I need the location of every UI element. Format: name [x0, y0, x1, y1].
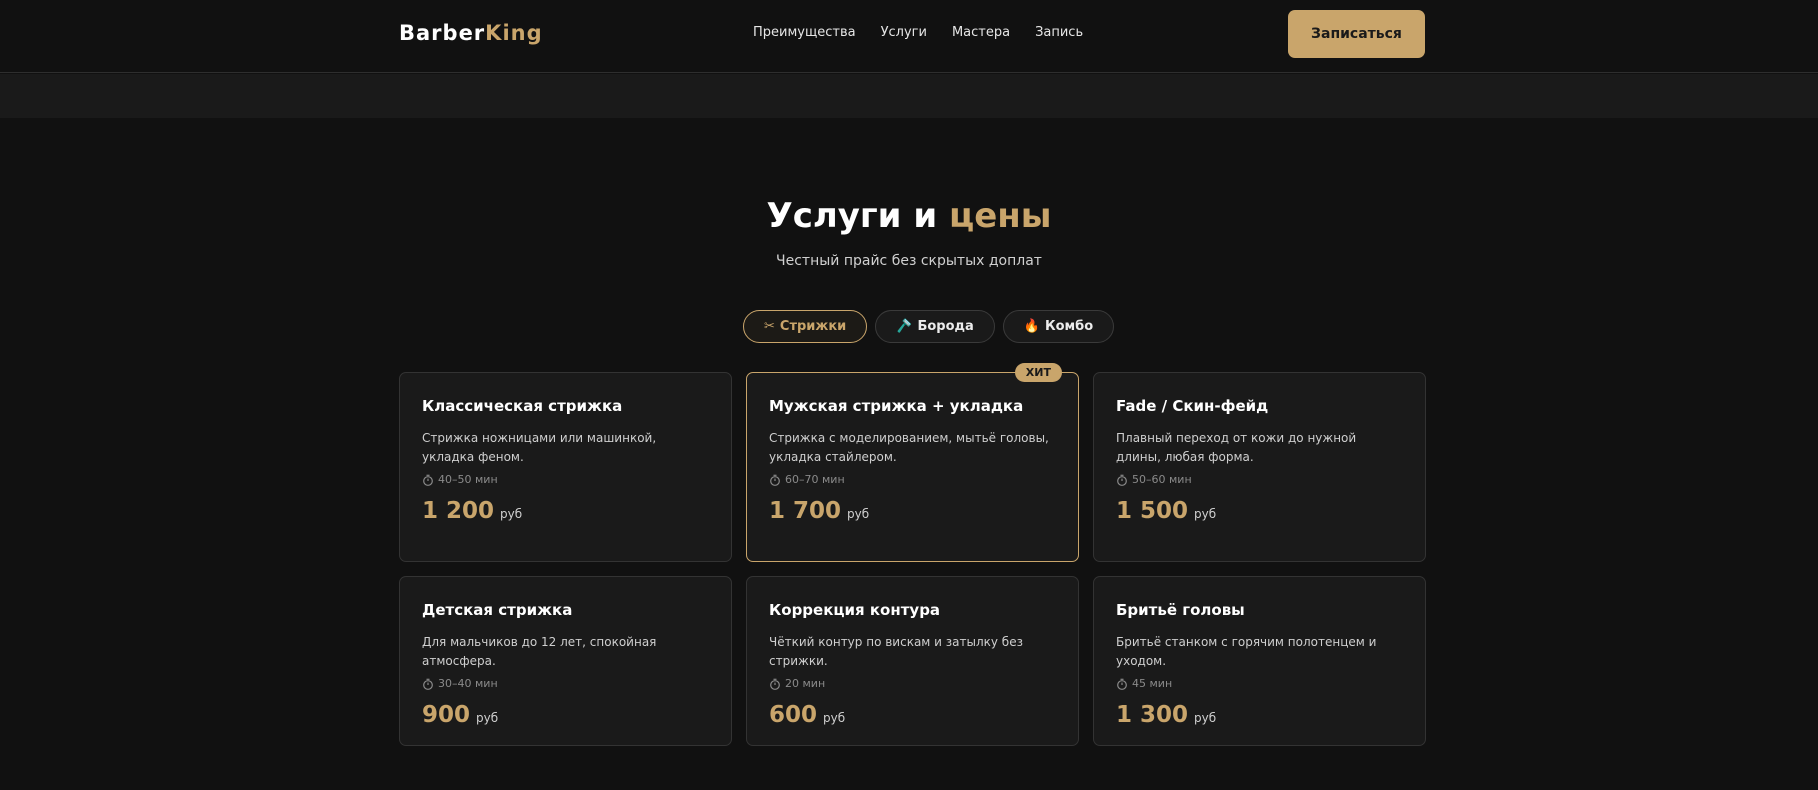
service-card[interactable]: Коррекция контура Чёткий контур по виска…: [746, 576, 1079, 746]
tab-label: Стрижки: [779, 319, 847, 334]
stopwatch-icon: [1117, 678, 1127, 690]
service-name: Детская стрижка: [422, 601, 573, 619]
service-price: 1 200 руб: [422, 498, 709, 524]
tab-combo[interactable]: 🔥 Комбо: [1002, 310, 1115, 343]
service-description: Для мальчиков до 12 лет, спокойная атмос…: [422, 635, 657, 668]
service-card[interactable]: Детская стрижка Для мальчиков до 12 лет,…: [399, 576, 732, 746]
service-description: Стрижка с моделированием, мытьё головы, …: [769, 431, 1049, 464]
stopwatch-icon: [423, 678, 433, 690]
site-header: BarberKing Преимущества Услуги Мастера З…: [0, 0, 1818, 73]
duration-text: 60–70 мин: [785, 473, 845, 486]
duration-text: 45 мин: [1132, 677, 1173, 690]
duration-text: 20 мин: [785, 677, 826, 690]
fire-icon: 🔥: [1023, 319, 1040, 334]
service-card[interactable]: Fade / Скин-фейд Плавный переход от кожи…: [1093, 372, 1426, 562]
stopwatch-icon: [770, 474, 780, 486]
service-description: Стрижка ножницами или машинкой, укладка …: [422, 431, 657, 464]
service-price: 1 300 руб: [1116, 702, 1403, 728]
price-value: 1 500: [1116, 498, 1189, 524]
service-price: 1 700 руб: [769, 498, 1056, 524]
section-title-main: Услуги и: [766, 196, 950, 236]
service-duration: 40–50 мин: [422, 473, 709, 486]
service-name: Мужская стрижка + укладка: [769, 397, 1024, 415]
price-unit: руб: [476, 711, 499, 725]
service-duration: 30–40 мин: [422, 677, 709, 690]
stopwatch-icon: [423, 474, 433, 486]
tab-label: Борода: [917, 319, 974, 334]
duration-text: 40–50 мин: [438, 473, 498, 486]
stopwatch-icon: [770, 678, 780, 690]
price-value: 1 700: [769, 498, 842, 524]
service-price: 600 руб: [769, 702, 1056, 728]
duration-text: 30–40 мин: [438, 677, 498, 690]
services-grid: Классическая стрижка Стрижка ножницами и…: [399, 363, 1426, 746]
service-name: Бритьё головы: [1116, 601, 1245, 619]
price-unit: руб: [1194, 711, 1217, 725]
hit-badge: ХИТ: [1014, 363, 1062, 382]
service-card[interactable]: Классическая стрижка Стрижка ножницами и…: [399, 372, 732, 562]
service-duration: 60–70 мин: [769, 473, 1056, 486]
service-price: 1 500 руб: [1116, 498, 1403, 524]
price-unit: руб: [1194, 507, 1217, 521]
tab-beard[interactable]: 🪒 Борода: [875, 310, 995, 343]
logo-text-king: King: [485, 21, 543, 45]
price-value: 1 200: [422, 498, 495, 524]
tab-haircuts[interactable]: ✂ Стрижки: [743, 310, 868, 343]
price-unit: руб: [823, 711, 846, 725]
logo-text-barber: Barber: [399, 21, 486, 45]
service-duration: 45 мин: [1116, 677, 1403, 690]
service-card[interactable]: Бритьё головы Бритьё станком с горячим п…: [1093, 576, 1426, 746]
service-duration: 50–60 мин: [1116, 473, 1403, 486]
book-button[interactable]: Записаться: [1288, 10, 1425, 58]
nav-link-booking[interactable]: Запись: [1035, 25, 1083, 40]
service-name: Коррекция контура: [769, 601, 941, 619]
service-duration: 20 мин: [769, 677, 1056, 690]
section-title-accent: цены: [949, 196, 1052, 236]
service-description: Бритьё станком с горячим полотенцем и ух…: [1116, 635, 1377, 668]
duration-text: 50–60 мин: [1132, 473, 1192, 486]
service-name: Классическая стрижка: [422, 397, 623, 415]
scissors-icon: ✂: [764, 319, 775, 334]
section-subtitle: Честный прайс без скрытых доплат: [776, 253, 1042, 269]
logo[interactable]: BarberKing: [399, 21, 543, 45]
razor-icon: 🪒: [896, 319, 913, 334]
price-unit: руб: [500, 507, 523, 521]
tab-label: Комбо: [1045, 319, 1094, 334]
service-name: Fade / Скин-фейд: [1116, 397, 1269, 415]
section-title: Услуги и цены: [0, 196, 1818, 236]
service-description: Чёткий контур по вискам и затылку без ст…: [769, 635, 1023, 668]
stopwatch-icon: [1117, 474, 1127, 486]
price-value: 600: [769, 702, 818, 728]
price-value: 1 300: [1116, 702, 1189, 728]
price-value: 900: [422, 702, 471, 728]
nav-link-masters[interactable]: Мастера: [952, 25, 1010, 40]
category-tabs: ✂ Стрижки 🪒 Борода 🔥 Комбо: [743, 310, 1115, 343]
service-description: Плавный переход от кожи до нужной длины,…: [1116, 431, 1357, 464]
service-price: 900 руб: [422, 702, 709, 728]
nav-link-services[interactable]: Услуги: [881, 25, 927, 40]
price-unit: руб: [847, 507, 870, 521]
header-band: [0, 74, 1818, 118]
main-nav: Преимущества Услуги Мастера Запись: [753, 25, 1083, 40]
service-card-featured[interactable]: ХИТ Мужская стрижка + укладка Стрижка с …: [746, 363, 1079, 562]
nav-link-advantages[interactable]: Преимущества: [753, 25, 856, 40]
